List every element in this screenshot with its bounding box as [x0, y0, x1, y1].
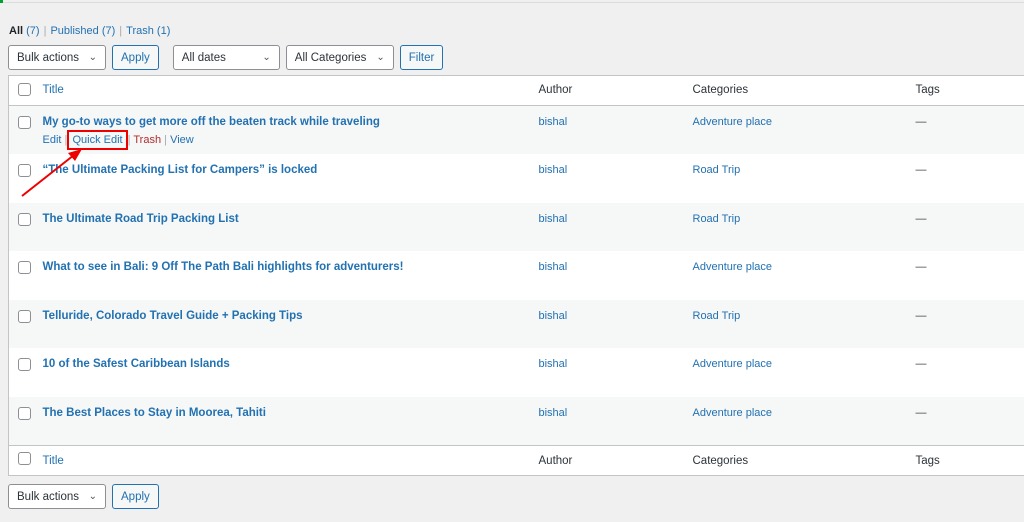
row-checkbox[interactable] [18, 261, 31, 274]
table-row: “The Ultimate Packing List for Campers” … [9, 154, 1024, 203]
author-link[interactable]: bishal [539, 164, 568, 176]
table-row: The Best Places to Stay in Moorea, Tahit… [8, 396, 1024, 445]
tags-value: — [915, 309, 927, 322]
top-toolbar: Bulk actions ⌄ Apply All dates ⌄ All Categ… [8, 45, 444, 70]
bulk-actions-select[interactable]: Bulk actions ⌄ [8, 484, 106, 509]
row-checkbox[interactable] [18, 116, 31, 129]
tags-value: — [915, 116, 927, 128]
col-categories: Categories [692, 75, 916, 106]
select-all-checkbox[interactable] [18, 82, 31, 96]
table-row: The Ultimate Road Trip Packing List bish… [8, 202, 1024, 251]
post-title-link[interactable]: The Best Places to Stay in Moorea, Tahit… [43, 407, 266, 419]
sort-title[interactable]: Title [43, 84, 64, 96]
filter-trash[interactable]: Trash (1) [126, 25, 170, 37]
posts-table: Title Author Categories Tags My go-to wa… [8, 75, 1024, 476]
row-checkbox[interactable] [18, 164, 31, 177]
chevron-down-icon: ⌄ [88, 491, 97, 502]
category-link[interactable]: Road Trip [693, 164, 741, 176]
post-title-link[interactable]: The Ultimate Road Trip Packing List [43, 213, 239, 225]
category-link[interactable]: Adventure place [693, 358, 773, 370]
tags-value: — [915, 164, 927, 176]
chevron-down-icon: ⌄ [262, 52, 271, 63]
table-header: Title Author Categories Tags [8, 75, 1024, 106]
quick-edit-link[interactable]: Quick Edit [67, 130, 128, 150]
bottom-toolbar: Bulk actions ⌄ Apply [8, 484, 159, 509]
tags-value: — [915, 261, 927, 273]
trash-link[interactable]: Trash [133, 134, 161, 146]
row-checkbox[interactable] [18, 309, 31, 323]
dates-select[interactable]: All dates ⌄ [172, 45, 280, 70]
bulk-actions-select[interactable]: Bulk actions ⌄ [8, 45, 106, 70]
row-checkbox[interactable] [18, 212, 31, 226]
category-link[interactable]: Adventure place [693, 116, 773, 128]
author-link[interactable]: bishal [539, 213, 568, 225]
post-title-link[interactable]: What to see in Bali: 9 Off The Path Bali… [43, 261, 404, 273]
table-row: 10 of the Safest Caribbean Islands bisha… [9, 348, 1024, 397]
category-link[interactable]: Adventure place [693, 407, 773, 419]
filter-all[interactable]: All (7) [9, 25, 40, 37]
author-link[interactable]: bishal [539, 358, 568, 370]
col-tags: Tags [915, 75, 1024, 106]
post-title-link[interactable]: Telluride, Colorado Travel Guide + Packi… [43, 310, 303, 322]
table-row: What to see in Bali: 9 Off The Path Bali… [9, 251, 1024, 300]
sort-title[interactable]: Title [43, 455, 64, 467]
category-link[interactable]: Adventure place [693, 261, 773, 273]
apply-button[interactable]: Apply [112, 45, 159, 70]
col-author: Author [538, 444, 693, 475]
tags-value: — [915, 358, 927, 370]
filter-button[interactable]: Filter [399, 45, 444, 70]
categories-select[interactable]: All Categories ⌄ [285, 45, 394, 70]
top-divider [0, 0, 1024, 3]
row-checkbox[interactable] [18, 358, 31, 371]
select-all-checkbox[interactable] [18, 452, 31, 465]
post-title-link[interactable]: My go-to ways to get more off the beaten… [43, 116, 380, 128]
author-link[interactable]: bishal [539, 116, 568, 128]
status-filters: All (7) | Published (7) | Trash (1) [9, 25, 171, 37]
category-link[interactable]: Road Trip [693, 213, 741, 225]
table-row: Telluride, Colorado Travel Guide + Packi… [8, 299, 1024, 348]
tags-value: — [915, 406, 927, 419]
table-row: My go-to ways to get more off the beaten… [8, 105, 1024, 154]
tags-value: — [915, 212, 927, 225]
row-checkbox[interactable] [18, 406, 31, 420]
view-link[interactable]: View [170, 134, 194, 146]
post-title-link[interactable]: “The Ultimate Packing List for Campers” … [43, 164, 318, 176]
apply-button[interactable]: Apply [112, 484, 159, 509]
col-tags: Tags [915, 444, 1024, 475]
chevron-down-icon: ⌄ [88, 52, 97, 63]
author-link[interactable]: bishal [539, 310, 568, 322]
col-author: Author [538, 75, 693, 106]
col-categories: Categories [692, 444, 916, 475]
row-actions: Edit | Quick Edit | Trash | View [42, 130, 194, 150]
edit-link[interactable]: Edit [43, 134, 62, 146]
author-link[interactable]: bishal [539, 261, 568, 273]
post-title-link[interactable]: 10 of the Safest Caribbean Islands [43, 358, 230, 370]
chevron-down-icon: ⌄ [376, 52, 385, 63]
table-footer: Title Author Categories Tags [8, 444, 1024, 475]
category-link[interactable]: Road Trip [693, 310, 741, 322]
author-link[interactable]: bishal [539, 407, 568, 419]
filter-published[interactable]: Published (7) [50, 25, 115, 37]
